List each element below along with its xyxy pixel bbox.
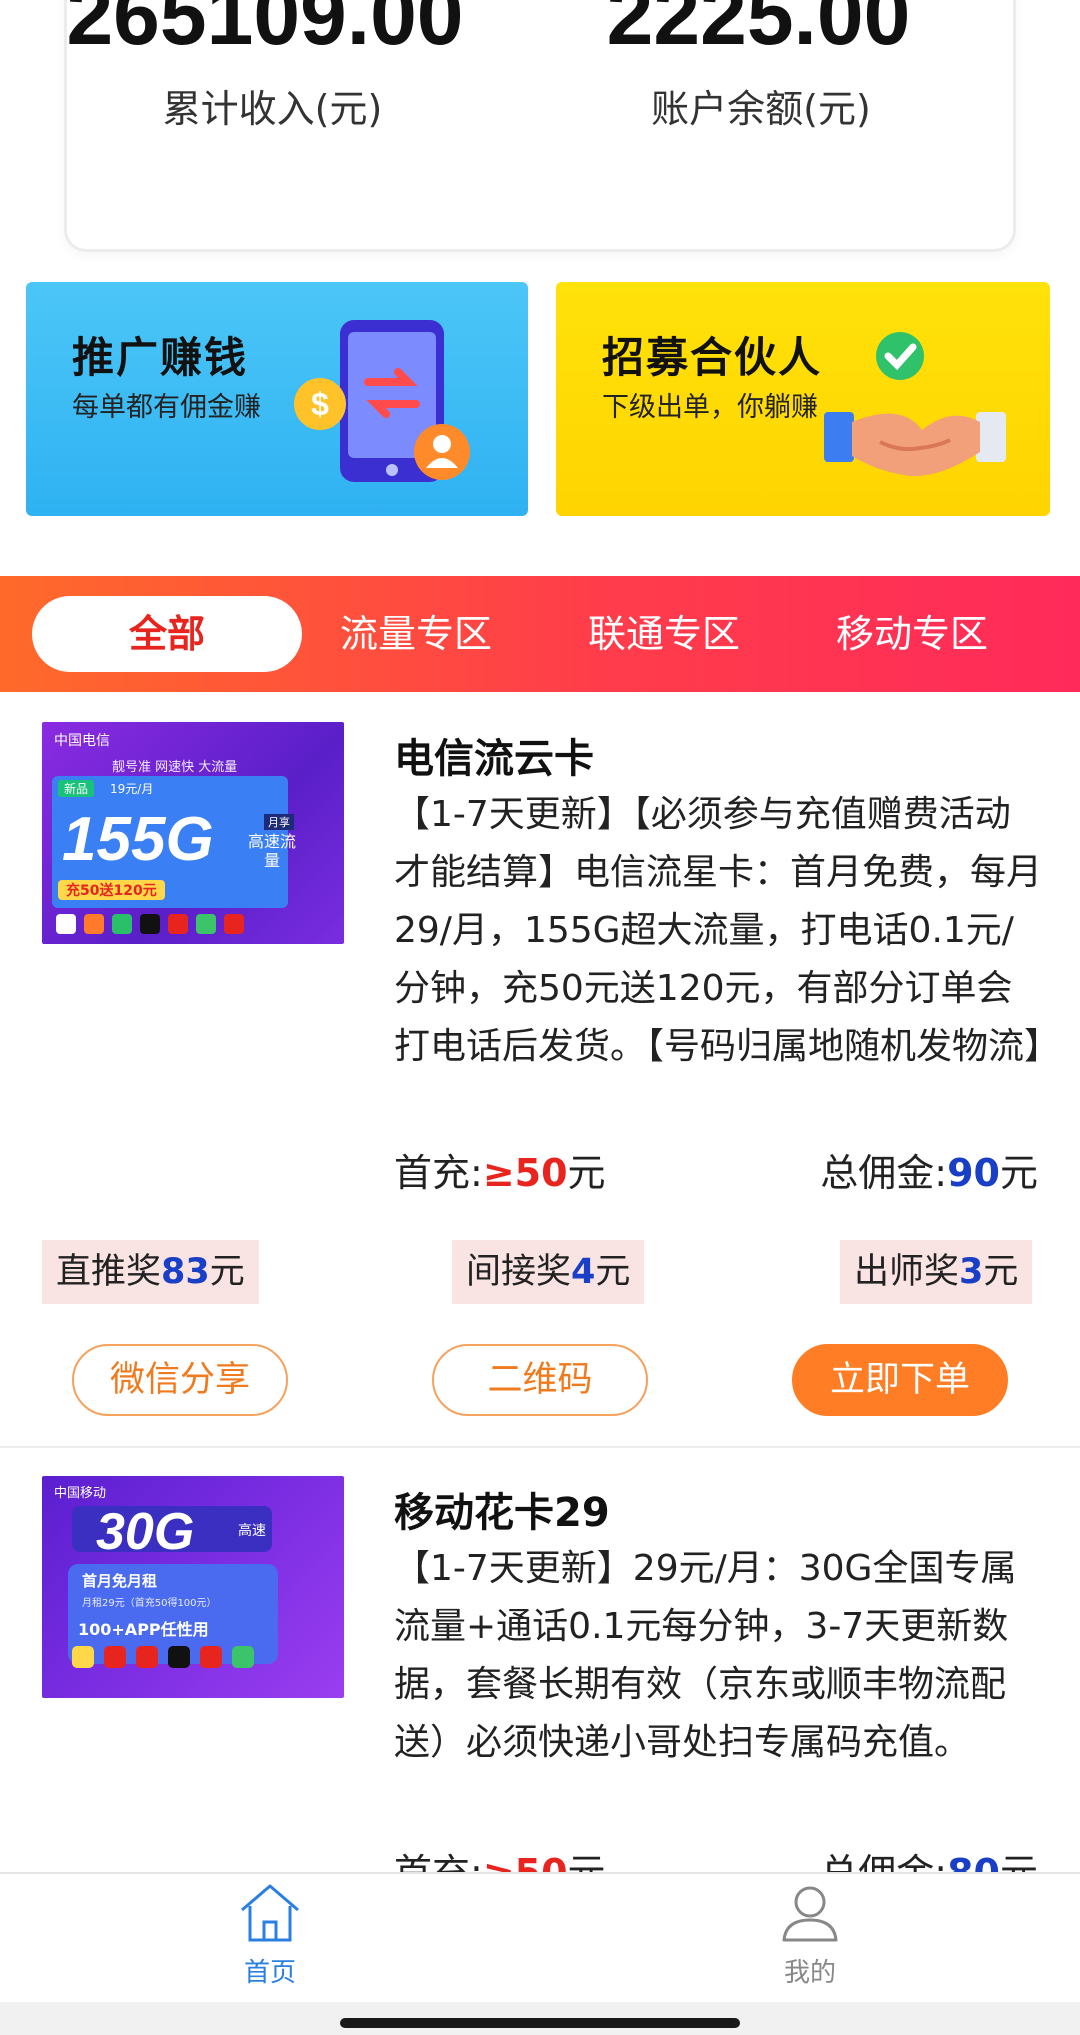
product-image[interactable]: 中国电信 靓号准 网速快 大流量 新品 19元/月 155G 月享 高速流量 充… bbox=[42, 722, 344, 944]
tab-mobile-zone[interactable]: 移动专区 bbox=[812, 596, 1012, 672]
product-title[interactable]: 移动花卡29 bbox=[394, 1480, 610, 1538]
total-income-label: 累计收入(元) bbox=[162, 87, 383, 131]
total-commission: 总佣金:90元 bbox=[820, 1142, 1038, 1197]
earnings-summary-card: 265109.00 累计收入(元) 2225.00 账户余额(元) bbox=[64, 0, 1016, 252]
total-commission-value: 90 bbox=[947, 1151, 1000, 1195]
direct-reward-value: 83 bbox=[161, 1252, 210, 1292]
promote-banner-title: 推广赚钱 bbox=[72, 333, 249, 382]
card-fee: 月租29元（首充50得100元） bbox=[82, 1598, 217, 1609]
promote-banner-subtitle: 每单都有佣金赚 bbox=[72, 392, 261, 423]
handshake-check-icon bbox=[824, 332, 1006, 477]
total-commission-label: 总佣金: bbox=[820, 1151, 948, 1195]
product-title[interactable]: 电信流云卡 bbox=[394, 726, 594, 784]
list-item: 中国移动 30G 高速 首月免月租 月租29元（首充50得100元） 100+A… bbox=[0, 1450, 1080, 1895]
direct-reward-unit: 元 bbox=[209, 1252, 245, 1292]
card-app-icons bbox=[56, 914, 288, 936]
list-item: 中国电信 靓号准 网速快 大流量 新品 19元/月 155G 月享 高速流量 充… bbox=[0, 692, 1080, 1448]
account-balance-value: 2225.00 bbox=[606, 0, 911, 62]
card-tag-top: 月享 bbox=[264, 814, 294, 830]
card-app-icons bbox=[72, 1646, 282, 1670]
account-balance-label: 账户余额(元) bbox=[651, 87, 871, 131]
indirect-reward: 间接奖4元 bbox=[452, 1240, 645, 1304]
tab-data-zone[interactable]: 流量专区 bbox=[316, 596, 516, 672]
bottom-navigation: 首页 我的 bbox=[0, 1872, 1080, 2002]
total-income-value: 265109.00 bbox=[66, 0, 464, 62]
product-image[interactable]: 中国移动 30G 高速 首月免月租 月租29元（首充50得100元） 100+A… bbox=[42, 1476, 344, 1698]
nav-mine-label: 我的 bbox=[783, 1958, 836, 1988]
card-tag-bottom: 高速流量 bbox=[247, 832, 296, 870]
card-data-amount: 30G bbox=[96, 1503, 195, 1561]
indirect-reward-unit: 元 bbox=[595, 1252, 631, 1292]
order-now-button[interactable]: 立即下单 bbox=[792, 1344, 1008, 1416]
card-promo: 充50送120元 bbox=[58, 880, 165, 900]
nav-home[interactable]: 首页 bbox=[190, 1880, 350, 1989]
tab-all[interactable]: 全部 bbox=[32, 596, 302, 672]
product-description: 【1-7天更新】29元/月：30G全国专属流量+通话0.1元每分钟，3-7天更新… bbox=[394, 1548, 1017, 1763]
indirect-reward-label: 间接奖 bbox=[466, 1252, 572, 1292]
home-icon bbox=[241, 1884, 299, 1942]
wechat-share-button[interactable]: 微信分享 bbox=[72, 1344, 288, 1416]
promote-earn-banner[interactable]: 推广赚钱 每单都有佣金赚 $ bbox=[26, 282, 528, 516]
home-indicator[interactable] bbox=[340, 2018, 740, 2028]
first-recharge: 首充:≥50元 bbox=[394, 1142, 606, 1197]
card-apps: 100+APP任性用 bbox=[78, 1620, 209, 1639]
nav-home-label: 首页 bbox=[243, 1958, 296, 1988]
nav-mine[interactable]: 我的 bbox=[730, 1880, 890, 1989]
recruit-banner-title: 招募合伙人 bbox=[602, 333, 823, 382]
phone-transfer-icon: $ bbox=[294, 320, 470, 482]
mentor-reward-label: 出师奖 bbox=[854, 1252, 960, 1292]
recruit-banner-subtitle: 下级出单，你躺赚 bbox=[602, 392, 818, 423]
qr-code-button[interactable]: 二维码 bbox=[432, 1344, 648, 1416]
category-tabs: 全部 流量专区 联通专区 移动专区 bbox=[0, 576, 1080, 692]
total-commission-unit: 元 bbox=[999, 1151, 1038, 1195]
recruit-partner-banner[interactable]: 招募合伙人 下级出单，你躺赚 bbox=[556, 282, 1050, 516]
user-icon bbox=[782, 1886, 838, 1942]
card-slogan: 靓号准 网速快 大流量 bbox=[112, 760, 238, 775]
mentor-reward-value: 3 bbox=[959, 1252, 984, 1292]
indirect-reward-value: 4 bbox=[571, 1252, 596, 1292]
direct-reward: 直推奖83元 bbox=[42, 1240, 259, 1304]
card-tag: 高速 bbox=[238, 1523, 266, 1539]
mentor-reward: 出师奖3元 bbox=[840, 1240, 1033, 1304]
first-recharge-unit: 元 bbox=[567, 1151, 606, 1195]
mentor-reward-unit: 元 bbox=[983, 1252, 1019, 1292]
svg-text:$: $ bbox=[311, 386, 329, 422]
card-brand: 中国电信 bbox=[54, 733, 110, 749]
card-free-month: 首月免月租 bbox=[82, 1572, 158, 1590]
product-description: 【1-7天更新】【必须参与充值赠费活动才能结算】电信流星卡：首月免费，每月29/… bbox=[394, 794, 1061, 1067]
first-recharge-label: 首充: bbox=[394, 1151, 483, 1195]
direct-reward-label: 直推奖 bbox=[56, 1252, 162, 1292]
card-data-amount: 155G bbox=[62, 805, 214, 874]
card-new-badge: 新品 bbox=[58, 780, 95, 797]
tab-unicom-zone[interactable]: 联通专区 bbox=[564, 596, 764, 672]
first-recharge-value: ≥50 bbox=[482, 1151, 568, 1195]
card-plan: 19元/月 bbox=[110, 782, 154, 796]
card-brand: 中国移动 bbox=[54, 1486, 107, 1501]
